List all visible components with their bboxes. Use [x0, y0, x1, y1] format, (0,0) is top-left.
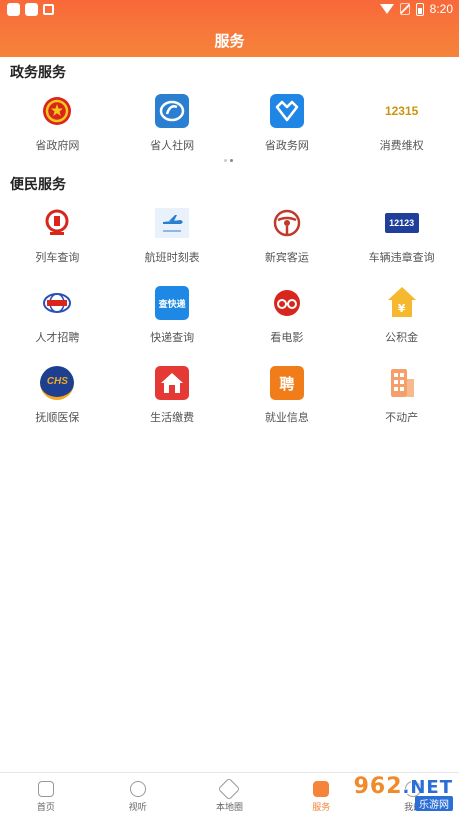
airplane-icon — [155, 206, 190, 240]
service-item-real-estate[interactable]: 不动产 — [344, 356, 459, 436]
service-item-gov-site[interactable]: 省政府网 — [0, 84, 115, 164]
service-label: 抚顺医保 — [35, 411, 80, 424]
service-label: 不动产 — [385, 411, 419, 424]
currency-symbol: ¥ — [397, 301, 406, 315]
home-icon — [155, 366, 190, 400]
app-header: 8:20 服务 — [0, 0, 459, 57]
app-store-icon — [43, 4, 54, 15]
service-item-housing-fund[interactable]: ¥ 公积金 — [344, 276, 459, 356]
service-item-flight[interactable]: 航班时刻表 — [115, 196, 230, 276]
tab-label: 视听 — [128, 803, 147, 813]
status-bar: 8:20 — [0, 0, 459, 20]
service-label: 省政务网 — [264, 139, 309, 152]
service-label: 生活缴费 — [150, 411, 195, 424]
page-dot-active — [230, 159, 233, 162]
play-icon — [129, 781, 146, 797]
bus-icon — [270, 206, 304, 240]
express-icon: 查快递 — [155, 286, 190, 320]
express-text: 查快递 — [158, 299, 186, 310]
clock: 8:20 — [429, 2, 453, 16]
service-item-utilities[interactable]: 生活缴费 — [115, 356, 230, 436]
section-title-gov: 政务服务 — [10, 65, 66, 81]
no-sim-icon — [399, 3, 410, 15]
service-label: 省政府网 — [35, 139, 80, 152]
service-label: 消费维权 — [379, 139, 424, 152]
chs-text: CHS — [46, 376, 68, 387]
page-dot — [224, 159, 227, 162]
service-label: 省人社网 — [150, 139, 195, 152]
tab-home[interactable]: 首页 — [0, 773, 92, 816]
watermark-top: 962.NET — [354, 774, 453, 799]
railway-icon — [40, 206, 74, 240]
service-item-consumer-rights[interactable]: 12315 消费维权 — [344, 84, 459, 164]
page-indicator — [224, 159, 233, 162]
gov-service-icon — [269, 94, 304, 128]
national-emblem-icon — [40, 94, 74, 128]
service-item-hr-site[interactable]: 省人社网 — [115, 84, 230, 164]
tab-label: 本地圈 — [215, 803, 243, 813]
battery-icon — [415, 2, 424, 16]
notification-icon — [7, 3, 20, 16]
service-item-gov-affairs[interactable]: 省政务网 — [230, 84, 345, 164]
tab-label: 首页 — [36, 803, 55, 813]
hash-icon — [218, 777, 241, 801]
job-icon: 聘 — [269, 366, 304, 400]
home-tab-icon — [37, 781, 54, 797]
building-icon — [385, 366, 419, 400]
service-item-jobs[interactable]: 聘 就业信息 — [230, 356, 345, 436]
service-item-traffic-violation[interactable]: 12123 车辆违章查询 — [344, 196, 459, 276]
service-label: 车辆违章查询 — [368, 251, 435, 264]
watermark-bottom: 乐游网 — [415, 795, 453, 811]
watermark-net: .NET — [402, 776, 453, 798]
section-title-people: 便民服务 — [10, 177, 66, 193]
medical-insurance-icon: CHS — [40, 366, 75, 400]
notification-icon — [25, 3, 38, 16]
service-item-bus[interactable]: 新宾客运 — [230, 196, 345, 276]
service-item-medical-insurance[interactable]: CHS 抚顺医保 — [0, 356, 115, 436]
page-title: 服务 — [214, 32, 245, 50]
movie-icon — [270, 286, 304, 320]
gov-service-grid: 省政府网 省人社网 省政务网 12315 消费维权 — [0, 84, 459, 164]
talent-icon — [40, 286, 74, 320]
service-item-movie[interactable]: 看电影 — [230, 276, 345, 356]
service-item-express[interactable]: 查快递 快递查询 — [115, 276, 230, 356]
tab-media[interactable]: 视听 — [92, 773, 184, 816]
service-item-talent[interactable]: 人才招聘 — [0, 276, 115, 356]
fund-icon: ¥ — [385, 286, 419, 320]
job-char: 聘 — [279, 374, 295, 393]
service-label: 航班时刻表 — [144, 251, 200, 264]
traffic-number: 12123 — [389, 218, 415, 228]
service-label: 列车查询 — [35, 251, 80, 264]
service-label: 就业信息 — [264, 411, 309, 424]
service-label: 新宾客运 — [264, 251, 309, 264]
watermark-number: 962 — [353, 773, 403, 799]
service-item-train[interactable]: 列车查询 — [0, 196, 115, 276]
service-label: 看电影 — [270, 331, 304, 344]
traffic-12123-icon: 12123 — [384, 206, 419, 240]
wifi-icon — [379, 4, 394, 14]
service-label: 公积金 — [385, 331, 419, 344]
watermark-logo: 962.NET 乐游网 — [317, 770, 453, 814]
hotline-12315-icon: 12315 — [385, 94, 419, 128]
service-label: 快递查询 — [150, 331, 195, 344]
people-service-grid: 列车查询 航班时刻表 新宾客运 12123 车辆违章查询 人才招聘 查快递 快递… — [0, 196, 459, 436]
hotline-number: 12315 — [384, 104, 419, 118]
si-logo-icon — [155, 94, 190, 128]
service-label: 人才招聘 — [35, 331, 80, 344]
tab-local[interactable]: 本地圈 — [184, 773, 276, 816]
